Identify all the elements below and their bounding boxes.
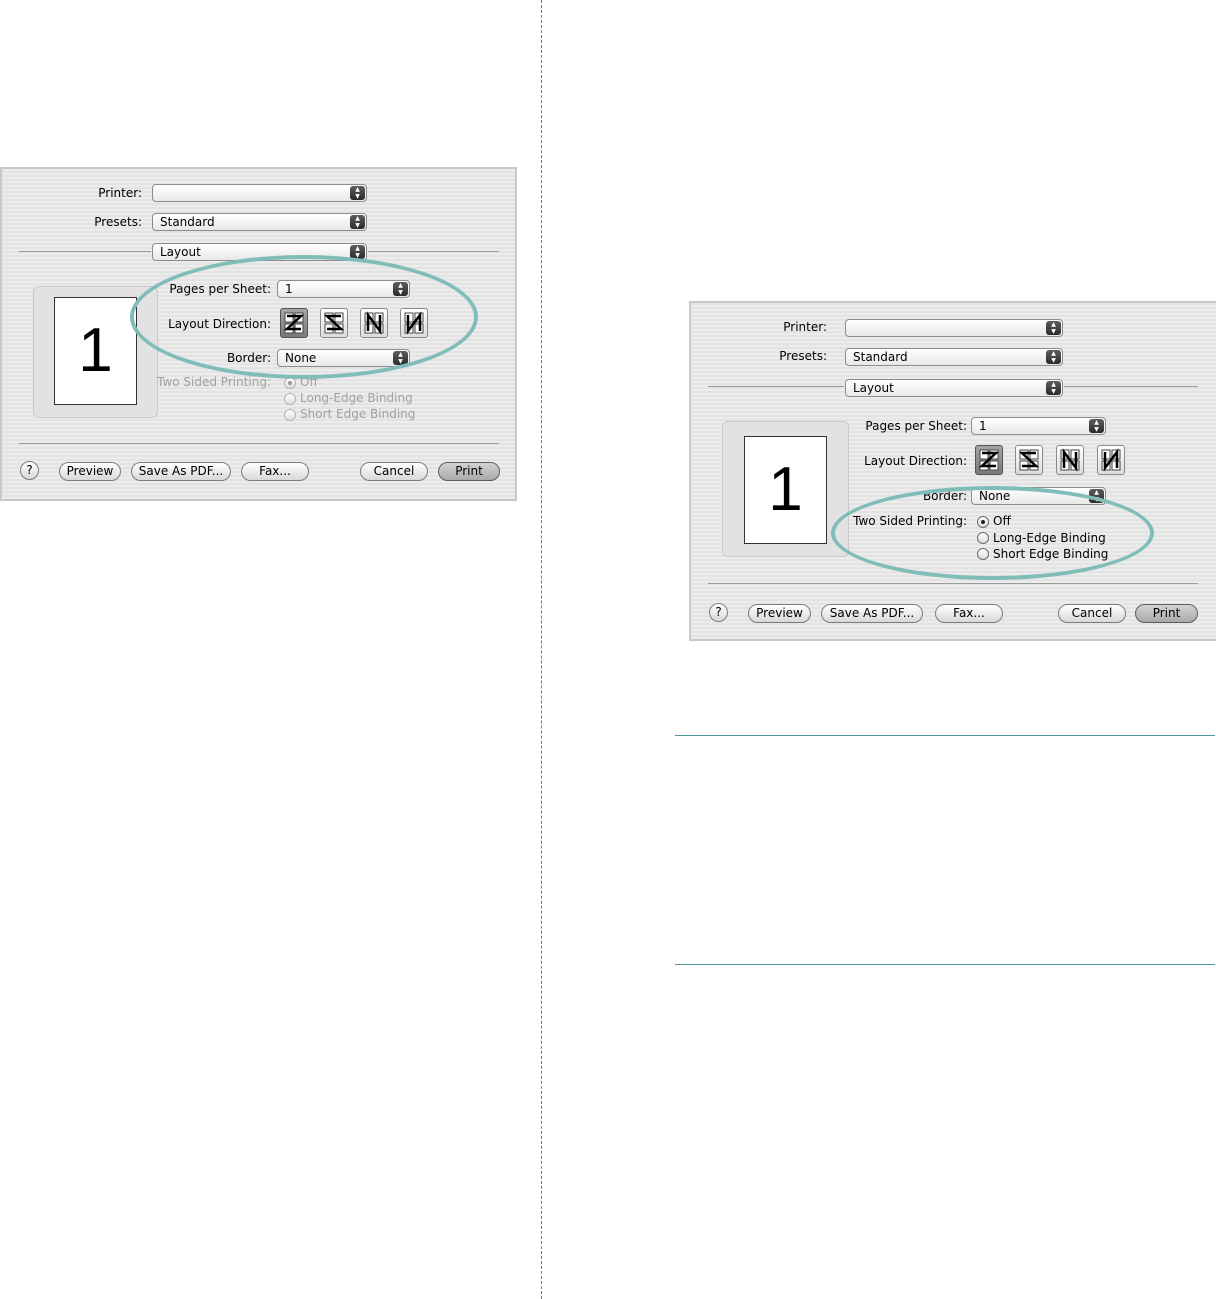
popup-arrows-icon: ▲ ▼ — [1046, 350, 1061, 364]
column-divider — [541, 0, 542, 1299]
popup-arrows-icon: ▲ ▼ — [350, 186, 365, 200]
separator — [368, 251, 499, 252]
panel-select[interactable]: Layout ▲ ▼ — [845, 379, 1063, 397]
popup-arrows-icon: ▲ ▼ — [350, 215, 365, 229]
fax-button[interactable]: Fax... — [241, 462, 309, 481]
horizontal-rule — [675, 735, 1215, 736]
border-label: Border: — [922, 489, 967, 503]
presets-select[interactable]: Standard ▲ ▼ — [152, 213, 367, 231]
horizontal-rule — [675, 964, 1215, 965]
preview-page: 1 — [54, 297, 137, 405]
print-button[interactable]: Print — [1135, 604, 1198, 623]
two-sided-short-edge-radio — [284, 409, 296, 421]
two-sided-off-radio — [284, 377, 296, 389]
pages-per-sheet-label: Pages per Sheet: — [865, 419, 967, 433]
printer-label: Printer: — [98, 186, 142, 200]
layout-direction-n-reverse-button[interactable] — [1056, 445, 1084, 475]
pages-per-sheet-select[interactable]: 1 ▲ ▼ — [277, 280, 410, 298]
page-preview: 1 — [33, 286, 158, 418]
save-as-pdf-button[interactable]: Save As PDF... — [821, 604, 923, 623]
preview-page: 1 — [744, 436, 827, 544]
printer-select[interactable]: ▲ ▼ — [845, 319, 1063, 337]
layout-direction-label: Layout Direction: — [168, 317, 271, 331]
save-as-pdf-button[interactable]: Save As PDF... — [131, 462, 231, 481]
popup-arrows-icon: ▲ ▼ — [1046, 381, 1061, 395]
separator — [19, 251, 151, 252]
n-direction-icon — [1101, 448, 1121, 472]
z-direction-icon — [283, 312, 305, 334]
popup-arrows-icon: ▲ ▼ — [350, 245, 365, 259]
two-sided-short-edge-label: Short Edge Binding — [300, 407, 416, 421]
border-select[interactable]: None ▲ ▼ — [971, 487, 1106, 505]
panel-select[interactable]: Layout ▲ ▼ — [152, 243, 367, 261]
pages-per-sheet-label: Pages per Sheet: — [169, 282, 271, 296]
layout-direction-n-button[interactable] — [1097, 445, 1125, 475]
separator — [1064, 386, 1198, 387]
layout-direction-z-button[interactable] — [975, 445, 1003, 475]
pages-per-sheet-select[interactable]: 1 ▲ ▼ — [971, 417, 1106, 435]
n-reverse-direction-icon — [364, 311, 384, 335]
cancel-button[interactable]: Cancel — [360, 462, 428, 481]
separator — [19, 443, 499, 444]
help-button[interactable]: ? — [20, 461, 39, 480]
two-sided-off-label: Off — [300, 375, 318, 389]
two-sided-short-edge-radio[interactable] — [977, 548, 989, 560]
layout-direction-reverse-z-button[interactable] — [1015, 445, 1043, 475]
fax-button[interactable]: Fax... — [935, 604, 1003, 623]
border-label: Border: — [226, 351, 271, 365]
popup-arrows-icon: ▲ ▼ — [393, 282, 408, 296]
page-preview: 1 — [722, 421, 849, 557]
popup-arrows-icon: ▲ ▼ — [1089, 419, 1104, 433]
layout-direction-z-button[interactable] — [280, 308, 308, 338]
preview-button[interactable]: Preview — [59, 462, 121, 481]
print-dialog-left: Printer: ▲ ▼ Presets: Standard ▲ ▼ Layout ▲ ▼… — [0, 167, 517, 501]
layout-direction-n-button[interactable] — [400, 308, 428, 338]
two-sided-label: Two Sided Printing: — [853, 514, 967, 528]
help-button[interactable]: ? — [709, 603, 728, 622]
separator — [708, 386, 844, 387]
printer-label: Printer: — [783, 320, 827, 334]
two-sided-long-edge-label: Long-Edge Binding — [300, 391, 413, 405]
two-sided-off-radio[interactable] — [977, 516, 989, 528]
two-sided-label: Two Sided Printing: — [157, 375, 271, 389]
preview-page-number: 1 — [78, 316, 113, 385]
layout-direction-label: Layout Direction: — [864, 454, 967, 468]
two-sided-long-edge-label: Long-Edge Binding — [993, 531, 1106, 545]
presets-label: Presets: — [779, 349, 827, 363]
preview-button[interactable]: Preview — [748, 604, 811, 623]
reverse-z-direction-icon — [323, 312, 345, 334]
preview-page-number: 1 — [768, 455, 803, 524]
border-select[interactable]: None ▲ ▼ — [277, 349, 410, 367]
reverse-z-direction-icon — [1018, 449, 1040, 471]
print-dialog-right: Printer: ▲ ▼ Presets: Standard ▲ ▼ Layout ▲ ▼… — [689, 301, 1216, 641]
presets-select[interactable]: Standard ▲ ▼ — [845, 348, 1063, 366]
printer-select[interactable]: ▲ ▼ — [152, 184, 367, 202]
popup-arrows-icon: ▲ ▼ — [1089, 489, 1104, 503]
two-sided-long-edge-radio[interactable] — [977, 532, 989, 544]
two-sided-off-label: Off — [993, 514, 1011, 528]
layout-direction-n-reverse-button[interactable] — [360, 308, 388, 338]
popup-arrows-icon: ▲ ▼ — [393, 351, 408, 365]
cancel-button[interactable]: Cancel — [1058, 604, 1126, 623]
two-sided-short-edge-label: Short Edge Binding — [993, 547, 1109, 561]
z-direction-icon — [978, 449, 1000, 471]
layout-direction-reverse-z-button[interactable] — [320, 308, 348, 338]
presets-label: Presets: — [94, 215, 142, 229]
popup-arrows-icon: ▲ ▼ — [1046, 321, 1061, 335]
n-direction-icon — [404, 311, 424, 335]
separator — [708, 583, 1198, 584]
print-button[interactable]: Print — [438, 462, 500, 481]
two-sided-long-edge-radio — [284, 393, 296, 405]
n-reverse-direction-icon — [1060, 448, 1080, 472]
